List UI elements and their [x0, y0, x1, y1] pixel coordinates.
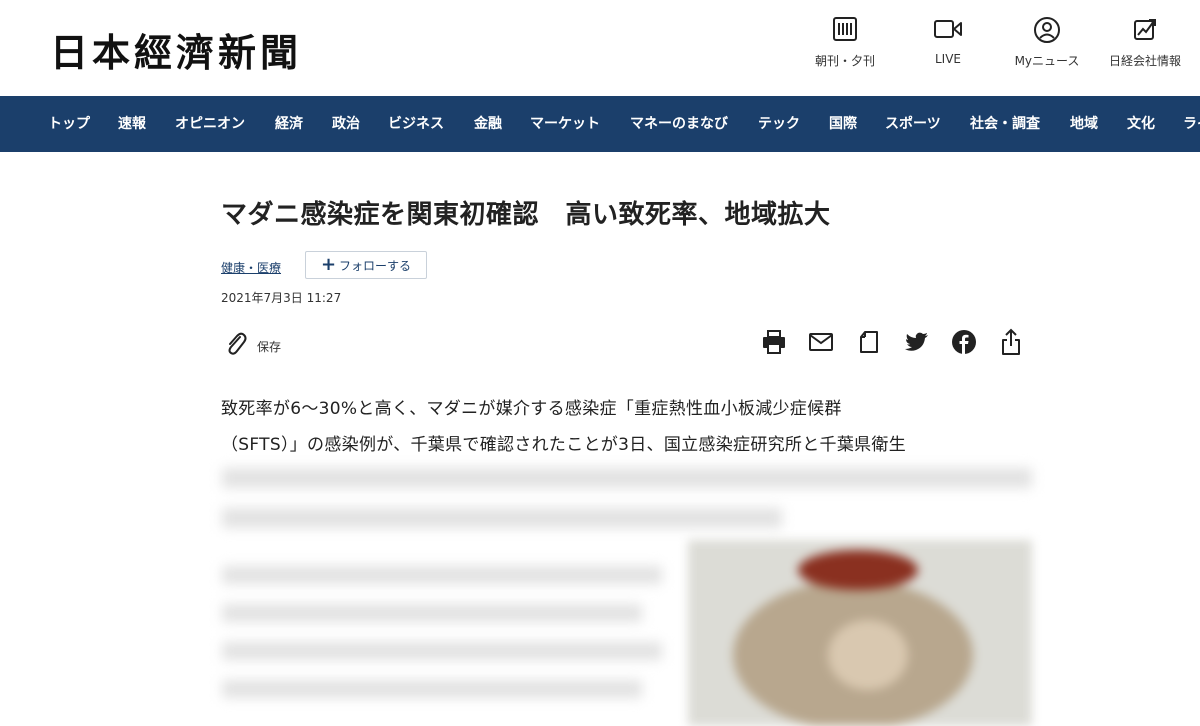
article-title: マダニ感染症を関東初確認 高い致死率、地域拡大: [221, 200, 831, 230]
twitter-button[interactable]: [904, 330, 930, 358]
nav-item-politics[interactable]: 政治: [332, 96, 360, 152]
save-button[interactable]: 保存: [225, 331, 281, 361]
live-button[interactable]: LIVE: [903, 16, 993, 76]
share-button[interactable]: [998, 328, 1024, 360]
blurred-photo-shape: [798, 550, 918, 590]
print-button[interactable]: [761, 330, 787, 358]
nav-item-life[interactable]: ライフ: [1183, 96, 1200, 152]
follow-button[interactable]: + フォローする: [305, 251, 427, 279]
plus-icon: +: [320, 254, 337, 275]
nav-item-society[interactable]: 社会・調査: [970, 96, 1040, 152]
nav-item-opinion[interactable]: オピニオン: [175, 96, 245, 152]
newspaper-icon: [800, 16, 890, 46]
print-icon: [761, 329, 787, 359]
mynews-button[interactable]: Myニュース: [1002, 16, 1092, 76]
nav-item-tech[interactable]: テック: [758, 96, 800, 152]
newspaper-button[interactable]: 朝刊・夕刊: [800, 16, 890, 76]
nav-item-breaking[interactable]: 速報: [118, 96, 146, 152]
user-circle-icon: [1002, 16, 1092, 46]
blurred-article-photo: [688, 540, 1032, 726]
site-header: 日本經濟新聞 朝刊・夕刊 LIVE Myニュース 日経会社情報: [0, 0, 1200, 96]
facebook-icon: [951, 329, 977, 359]
company-info-button[interactable]: 日経会社情報: [1100, 16, 1190, 76]
nav-item-international[interactable]: 国際: [829, 96, 857, 152]
nav-item-culture[interactable]: 文化: [1127, 96, 1155, 152]
nav-item-money[interactable]: マネーのまなび: [630, 96, 728, 152]
note-button[interactable]: [856, 330, 882, 358]
blurred-text-line: [222, 604, 642, 622]
blurred-text-line: [222, 508, 782, 528]
blurred-photo-shape: [828, 620, 908, 690]
publish-date: 2021年7月3日 11:27: [221, 291, 342, 305]
blurred-text-line: [222, 642, 662, 660]
follow-label: フォローする: [339, 258, 412, 273]
newspaper-label: 朝刊・夕刊: [814, 54, 875, 68]
mynews-label: Myニュース: [1014, 54, 1080, 68]
share-icon: [999, 328, 1023, 360]
nav-item-finance[interactable]: 金融: [474, 96, 502, 152]
nav-item-market[interactable]: マーケット: [530, 96, 600, 152]
live-label: LIVE: [934, 52, 961, 66]
body-paragraph-line: 致死率が6〜30%と高く、マダニが媒介する感染症「重症熱性血小板減少症候群: [221, 399, 842, 419]
nav-item-top[interactable]: トップ: [48, 96, 90, 152]
body-paragraph-line: （SFTS）」の感染例が、千葉県で確認されたことが3日、国立感染症研究所と千葉県…: [221, 435, 907, 455]
nav-item-business[interactable]: ビジネス: [388, 96, 444, 152]
nav-item-sports[interactable]: スポーツ: [885, 96, 941, 152]
mail-icon: [808, 331, 834, 357]
company-info-label: 日経会社情報: [1108, 54, 1181, 68]
blurred-text-line: [222, 680, 642, 698]
topic-link[interactable]: 健康・医療: [221, 259, 281, 276]
facebook-button[interactable]: [951, 330, 977, 358]
twitter-icon: [905, 332, 929, 356]
save-label: 保存: [257, 339, 282, 354]
chart-icon: [1100, 16, 1190, 46]
main-nav: トップ 速報 オピニオン 経済 政治 ビジネス 金融 マーケット マネーのまなび…: [0, 96, 1200, 152]
mail-button[interactable]: [808, 330, 834, 358]
paperclip-icon: [225, 331, 247, 361]
blurred-text-line: [222, 566, 662, 584]
site-logo[interactable]: 日本經濟新聞: [50, 22, 302, 77]
nav-item-region[interactable]: 地域: [1070, 96, 1098, 152]
nav-item-economy[interactable]: 経済: [275, 96, 303, 152]
note-icon: [858, 330, 880, 358]
blurred-text-line: [222, 468, 1032, 488]
video-camera-icon: [903, 16, 993, 46]
